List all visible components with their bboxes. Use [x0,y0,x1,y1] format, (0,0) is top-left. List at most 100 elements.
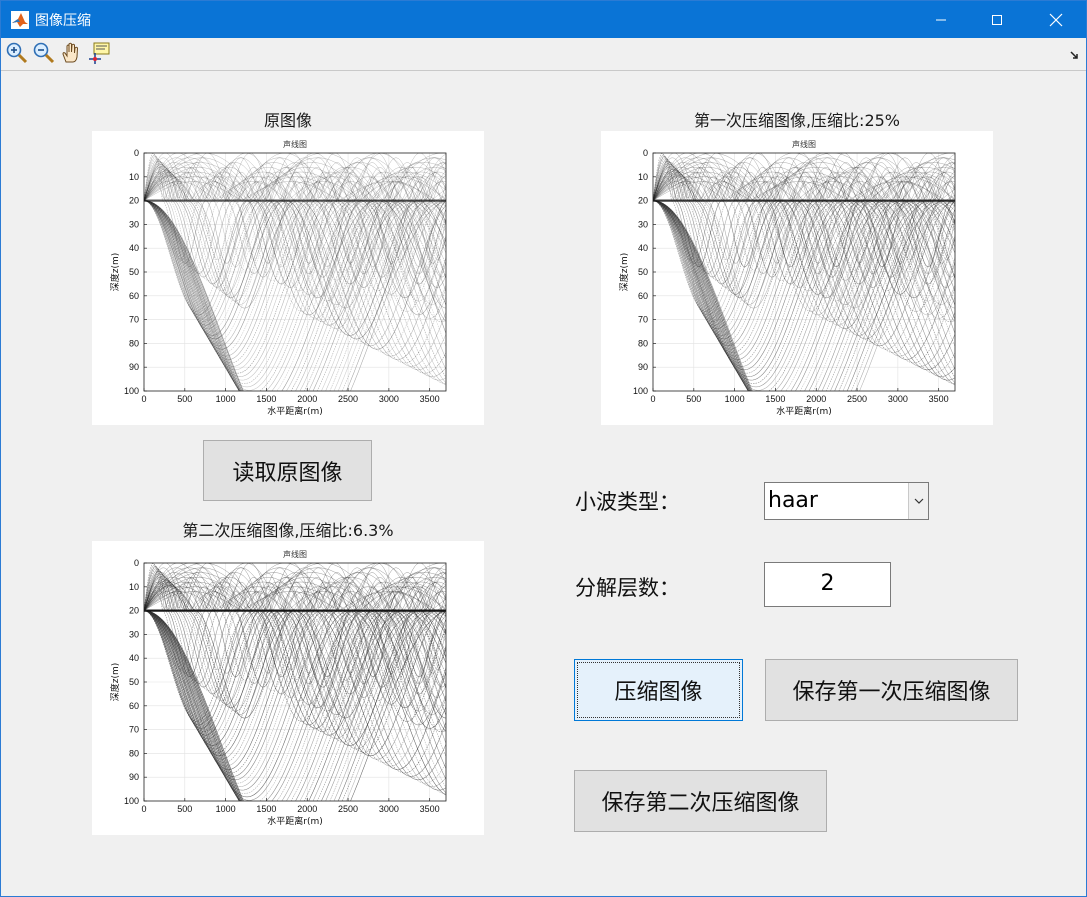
save-second-compressed-button[interactable]: 保存第二次压缩图像 [574,770,827,832]
x-tick-label: 3500 [929,394,949,404]
y-tick-label: 80 [638,338,648,348]
x-tick-label: 2000 [297,394,317,404]
x-tick-label: 500 [686,394,701,404]
y-tick-label: 100 [124,796,139,806]
decomposition-levels-input[interactable]: 2 [764,562,891,607]
ray-path [144,610,446,801]
original-image-axes: 0 500 1000 1500 2000 2500 3000 3500 0 10 20 30 40 50 6… [92,131,484,425]
y-tick-label: 90 [129,772,139,782]
figure-toolbar [1,38,1086,71]
wavelet-type-label: 小波类型： [575,490,680,514]
y-tick-label: 50 [638,267,648,277]
ray-path [144,200,446,391]
y-axis-label: 深度z(m) [109,663,121,702]
y-tick-label: 70 [129,315,139,325]
y-tick-label: 10 [129,582,139,592]
ray-plot: 0 500 1000 1500 2000 2500 3000 3500 0 10 20 30 40 50 6… [109,139,447,417]
ray-path [144,200,446,391]
ray-path [144,610,446,801]
read-original-button[interactable]: 读取原图像 [203,440,372,501]
matlab-icon [11,11,29,29]
y-tick-label: 60 [638,291,648,301]
x-tick-label: 3500 [420,804,440,814]
x-tick-label: 2000 [297,804,317,814]
figure-window: 图像压缩 原图像 第一次压缩图像,压缩比:25% 第二次压缩图像,压缩比:6.3… [0,0,1087,897]
plot-title: 声线图 [283,139,307,149]
zoom-in-icon[interactable] [5,41,29,65]
title-bar: 图像压缩 [1,1,1086,38]
minimize-icon [936,19,946,20]
y-tick-label: 90 [638,362,648,372]
plot-title: 声线图 [792,139,816,149]
close-icon [1049,13,1063,26]
ray-plot: 0 500 1000 1500 2000 2500 3000 3500 0 10 20 30 40 50 6… [109,549,447,827]
y-axis-label: 深度z(m) [618,253,630,292]
x-tick-label: 3500 [420,394,440,404]
wavelet-type-select[interactable]: haar [764,482,929,520]
y-tick-label: 100 [633,386,648,396]
y-tick-label: 60 [129,291,139,301]
first-compressed-axes: 0 500 1000 1500 2000 2500 3000 3500 0 10 20 30 40 50 6… [601,131,993,425]
x-tick-label: 1500 [256,804,276,814]
y-tick-label: 30 [129,629,139,639]
y-tick-label: 20 [129,196,139,206]
x-tick-label: 1000 [725,394,745,404]
y-tick-label: 90 [129,362,139,372]
y-tick-label: 0 [134,148,139,158]
compress-image-button[interactable]: 压缩图像 [574,659,743,721]
y-tick-label: 40 [129,243,139,253]
x-tick-label: 0 [650,394,655,404]
y-tick-label: 70 [129,725,139,735]
y-tick-label: 40 [129,653,139,663]
second-compressed-axes: 0 500 1000 1500 2000 2500 3000 3500 0 10 20 30 40 50 6… [92,541,484,835]
minimize-button[interactable] [918,1,964,38]
y-tick-label: 30 [638,219,648,229]
plot-title: 声线图 [283,549,307,559]
data-cursor-icon[interactable] [87,41,111,65]
expand-toolbar-icon[interactable] [1070,50,1080,60]
x-axis-label: 水平距离r(m) [267,815,323,827]
x-tick-label: 3000 [379,804,399,814]
chevron-down-icon[interactable] [908,483,928,519]
y-tick-label: 0 [643,148,648,158]
x-axis-label: 水平距离r(m) [267,405,323,417]
y-tick-label: 60 [129,701,139,711]
y-tick-label: 80 [129,338,139,348]
x-tick-label: 2500 [338,804,358,814]
wavelet-type-value: haar [768,488,818,513]
save-first-compressed-button[interactable]: 保存第一次压缩图像 [765,659,1018,721]
y-tick-label: 100 [124,386,139,396]
y-tick-label: 10 [638,172,648,182]
y-tick-label: 50 [129,267,139,277]
x-tick-label: 1500 [765,394,785,404]
maximize-button[interactable] [974,1,1020,38]
y-tick-label: 70 [638,315,648,325]
y-tick-label: 10 [129,172,139,182]
y-tick-label: 20 [129,606,139,616]
second-compressed-title: 第二次压缩图像,压缩比:6.3% [182,521,394,540]
y-tick-label: 20 [638,196,648,206]
x-tick-label: 500 [177,394,192,404]
x-tick-label: 2500 [338,394,358,404]
decomposition-levels-label: 分解层数： [575,576,680,600]
ray-plot: 0 500 1000 1500 2000 2500 3000 3500 0 10 20 30 40 50 6… [618,139,956,417]
pan-hand-icon[interactable] [59,41,83,65]
x-tick-label: 3000 [888,394,908,404]
close-button[interactable] [1033,1,1079,38]
original-image-title: 原图像 [263,111,312,130]
x-tick-label: 2000 [806,394,826,404]
x-tick-label: 500 [177,804,192,814]
x-tick-label: 2500 [847,394,867,404]
x-axis-label: 水平距离r(m) [776,405,832,417]
y-tick-label: 30 [129,219,139,229]
first-compressed-title: 第一次压缩图像,压缩比:25% [693,111,901,130]
y-axis-label: 深度z(m) [109,253,121,292]
y-tick-label: 80 [129,748,139,758]
window-title: 图像压缩 [35,13,91,29]
x-tick-label: 3000 [379,394,399,404]
maximize-icon [992,14,1002,25]
x-tick-label: 0 [141,394,146,404]
zoom-out-icon[interactable] [32,41,56,65]
ray-path [653,200,955,391]
y-tick-label: 0 [134,558,139,568]
